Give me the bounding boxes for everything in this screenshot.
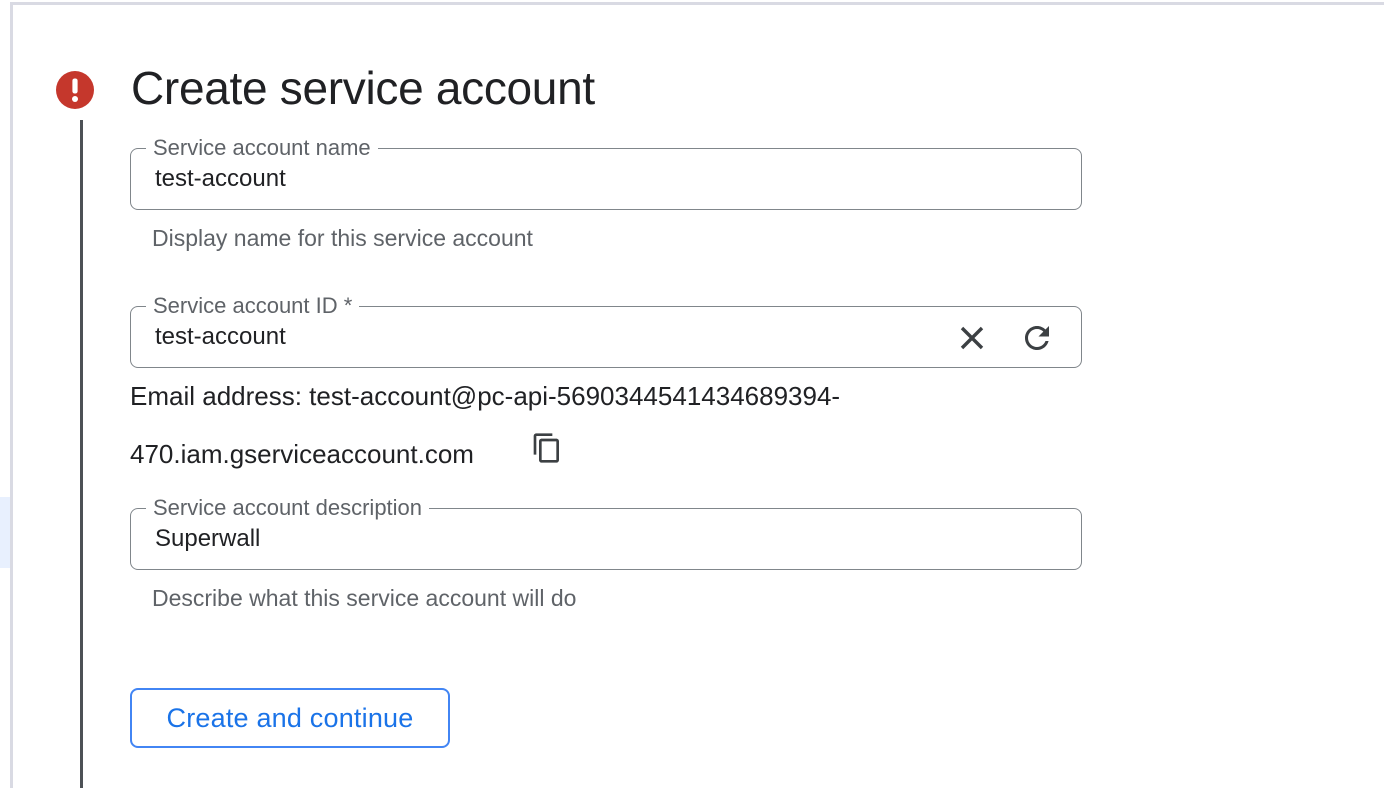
email-address-line2: 470.iam.gserviceaccount.com	[130, 439, 474, 469]
create-and-continue-button[interactable]: Create and continue	[130, 688, 450, 748]
step-status-badge	[56, 71, 94, 109]
service-account-name-input[interactable]	[131, 149, 1081, 209]
regenerate-id-button[interactable]	[1019, 320, 1055, 356]
content-copy-icon	[531, 432, 563, 464]
panel-left-border	[10, 2, 13, 788]
error-icon	[56, 71, 94, 109]
service-account-description-input[interactable]	[131, 509, 1081, 569]
service-account-id-field: Service account ID *	[130, 306, 1082, 368]
copy-email-button[interactable]	[531, 432, 563, 464]
service-account-id-input[interactable]	[131, 307, 1081, 367]
description-helper-text: Describe what this service account will …	[152, 584, 576, 612]
page-title: Create service account	[131, 62, 595, 114]
service-account-name-field: Service account name	[130, 148, 1082, 210]
name-helper-text: Display name for this service account	[152, 224, 533, 252]
refresh-icon	[1019, 320, 1055, 356]
sidebar-highlight	[0, 497, 10, 568]
step-connector-line	[80, 120, 83, 788]
close-icon	[955, 321, 989, 355]
email-address-text: Email address: test-account@pc-api-56903…	[130, 367, 840, 483]
service-account-description-field: Service account description	[130, 508, 1082, 570]
email-address-line1: Email address: test-account@pc-api-56903…	[130, 381, 840, 411]
panel-top-border	[10, 2, 1384, 5]
clear-id-button[interactable]	[955, 321, 989, 355]
